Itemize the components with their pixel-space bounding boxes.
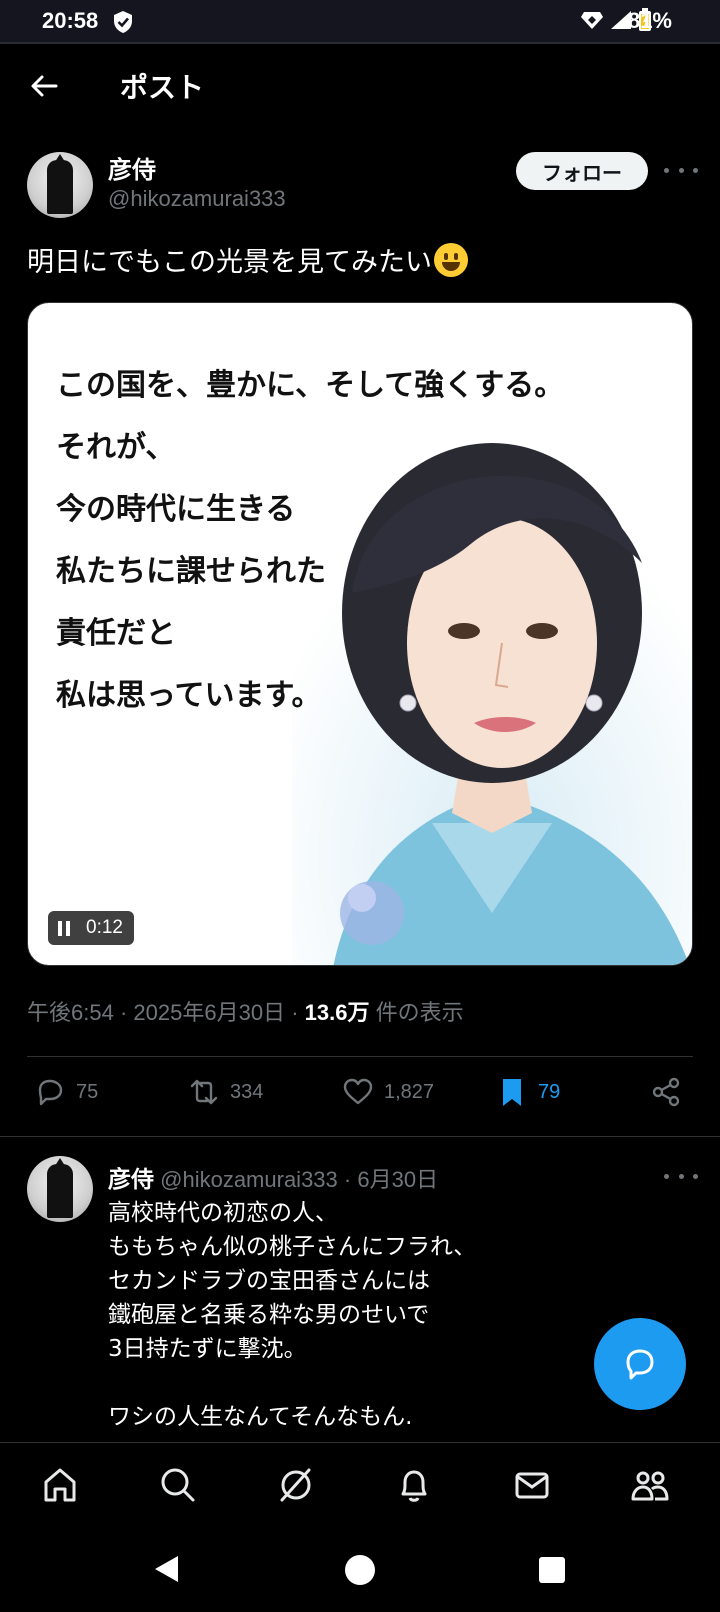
shield-icon [114,11,132,33]
reply-author-name[interactable]: 彦侍 [108,1167,154,1193]
action-bar: 75 334 1,827 79 [0,1076,720,1124]
divider [27,1056,693,1057]
bookmark-count: 79 [538,1080,561,1103]
author-handle[interactable]: @hikozamurai333 [108,186,286,212]
reply-line: セカンドラブの宝田香さんには [108,1268,430,1294]
top-bar: ポスト [0,46,720,126]
view-suffix: 件の表示 [375,1000,464,1025]
reply-avatar[interactable] [27,1156,93,1222]
reply-line: 3日持たずに撃沈。 [108,1336,307,1362]
view-count[interactable]: 13.6万 [305,1000,370,1025]
heart-icon [343,1078,373,1105]
reply-header: 彦侍 @hikozamurai333 · 6月30日 [108,1167,439,1193]
reply-more-options-icon[interactable] [664,1166,698,1186]
reply-date: 6月30日 [357,1167,439,1192]
quote-line: 責任だと [56,616,176,651]
status-time: 20:58 [42,8,99,33]
system-home-icon[interactable] [344,1554,376,1586]
like-count: 1,827 [384,1080,435,1103]
status-bar: 20:58 81% [0,0,720,44]
share-button[interactable] [650,1076,682,1108]
grinning-face-emoji-icon [434,242,468,277]
notifications-bell-icon[interactable] [394,1465,434,1505]
like-button[interactable]: 1,827 [342,1076,434,1108]
reply-line [108,1366,668,1400]
reply-icon [38,1079,63,1106]
bottom-navigation [0,1442,720,1526]
back-arrow-icon[interactable] [26,68,62,104]
follow-button[interactable]: フォロー [516,152,648,190]
bookmark-filled-icon [503,1079,521,1106]
video-time: 0:12 [86,917,123,938]
system-back-icon[interactable] [152,1554,182,1584]
author-name[interactable]: 彦侍 [108,150,156,185]
quote-line: 今の時代に生きる [56,492,296,527]
reply-button[interactable]: 75 [34,1076,98,1108]
reply-line: 高校時代の初恋の人、 [108,1200,338,1226]
share-icon [652,1077,680,1107]
repost-count: 334 [230,1080,264,1103]
reply-author-handle[interactable]: @hikozamurai333 [160,1167,338,1192]
divider [0,1136,720,1137]
communities-icon[interactable] [630,1465,670,1505]
media-quote-text: この国を、豊かに、そして強くする。 それが、 今の時代に生きる 私たちに課せられ… [56,355,564,727]
video-pause-button[interactable]: 0:12 [48,911,134,945]
quote-line: 私は思っています。 [56,678,322,713]
reply-line: ワシの人生なんてそんなもん. [108,1404,413,1430]
post-text-content: 明日にでもこの光景を見てみたい [27,247,432,278]
reply-text: 高校時代の初恋の人、 ももちゃん似の桃子さんにフラれ、 セカンドラブの宝田香さん… [108,1196,668,1434]
quote-line: この国を、豊かに、そして強くする。 [56,368,565,403]
reply-line: ももちゃん似の桃子さんにフラれ、 [108,1234,477,1260]
more-options-icon[interactable] [664,160,698,180]
post-meta: 午後6:54 · 2025年6月30日 · 13.6万 件の表示 [27,1000,464,1025]
compose-reply-button[interactable] [594,1318,686,1410]
post-time: 午後6:54 [27,1000,114,1025]
chat-bubble-icon [626,1349,654,1380]
quote-line: それが、 [56,430,176,465]
reply-count: 75 [76,1080,99,1103]
quote-line: 私たちに課せられた [56,554,326,589]
messages-mail-icon[interactable] [512,1465,552,1505]
post-media-video[interactable]: この国を、豊かに、そして強くする。 それが、 今の時代に生きる 私たちに課せられ… [27,302,693,966]
system-navigation-bar [0,1526,720,1612]
system-recents-icon[interactable] [538,1556,566,1584]
search-icon[interactable] [158,1465,198,1505]
reply-line: 鐵砲屋と名乗る粋な男のせいで [108,1302,430,1328]
grok-icon[interactable] [276,1465,316,1505]
avatar[interactable] [27,152,93,218]
bookmark-button[interactable]: 79 [496,1076,560,1108]
post-date: 2025年6月30日 [133,1000,286,1025]
pause-icon [58,920,70,936]
post-text: 明日にでもこの光景を見てみたい [27,240,468,279]
home-icon[interactable] [40,1465,80,1505]
battery-level: 81% [627,8,672,33]
repost-icon [190,1079,218,1105]
repost-button[interactable]: 334 [188,1076,263,1108]
page-title: ポスト [120,71,205,104]
data-saver-icon [581,12,603,29]
